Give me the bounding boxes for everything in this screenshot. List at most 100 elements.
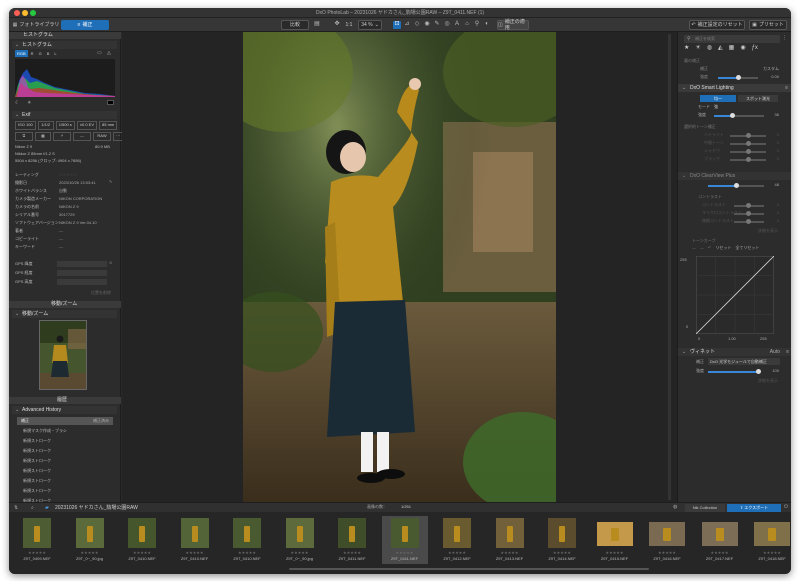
finecontrast-value[interactable]: 0: [777, 218, 779, 224]
sun-icon[interactable]: ☀: [27, 100, 31, 106]
color-icon[interactable]: ◍: [707, 45, 712, 52]
gps-latitude-field[interactable]: [57, 261, 107, 267]
geometry-icon[interactable]: ▦: [729, 45, 735, 52]
clearview-value[interactable]: 48: [775, 182, 779, 188]
midtones-value[interactable]: 0: [777, 140, 779, 146]
smart-strength-slider[interactable]: [714, 113, 764, 118]
navigator-thumbnail[interactable]: [39, 320, 87, 390]
more-icon[interactable]: ⋮: [782, 35, 787, 41]
preset-button[interactable]: ▣ プリセット: [749, 20, 787, 30]
contrast-details-link[interactable]: 詳細を表示: [758, 228, 778, 234]
warning-icon[interactable]: ◬: [107, 50, 111, 56]
grid-view-icon[interactable]: ▤: [313, 21, 321, 29]
share-icon[interactable]: ⏻: [784, 504, 788, 510]
contrast-slider[interactable]: [734, 203, 764, 208]
thumbnail-rating[interactable]: ★★★★★: [382, 550, 428, 556]
contrast-title[interactable]: コントラスト: [698, 194, 722, 200]
filmstrip-thumbnail[interactable]: ★★★★★ Z9T_0410.NEF: [172, 516, 218, 564]
thumbnail-rating[interactable]: ★★★★★: [172, 550, 218, 556]
repair-icon[interactable]: ✎: [433, 21, 441, 29]
history-item[interactable]: 新規ストローク: [23, 448, 51, 454]
vignette-header[interactable]: ⌄ ヴィネット Auto ≡: [678, 348, 791, 356]
vignette-mode[interactable]: Auto: [770, 349, 780, 355]
perspective-icon[interactable]: ◇: [413, 21, 421, 29]
location-icon[interactable]: ⊙: [109, 260, 112, 266]
filmstrip-thumbnail[interactable]: ★★★★★ Z9T_0413.NEF: [487, 516, 533, 564]
filmstrip-thumbnail[interactable]: ★★★★★ Z9T_0409.NEF: [14, 516, 60, 564]
picker-icon[interactable]: ⚲: [473, 21, 481, 29]
filmstrip-thumbnail[interactable]: ★★★★★ Z9T_0~_90.jpg: [67, 516, 113, 564]
curve-auto-icon[interactable]: ↶: [708, 245, 711, 251]
hist-tab-r[interactable]: R: [29, 50, 36, 57]
local-adjust-icon[interactable]: ◎: [443, 21, 451, 29]
thumbnail-rating[interactable]: ★★★★★: [644, 550, 690, 556]
reset-corrections-button[interactable]: ↶ 補正設定のリセット: [689, 20, 745, 30]
shadows-value[interactable]: 0: [777, 148, 779, 154]
blacks-slider[interactable]: [730, 157, 766, 162]
filmstrip-thumbnail[interactable]: ★★★★★ Z9T_0411.NEF: [329, 516, 375, 564]
smart-strength-value[interactable]: 36: [775, 112, 779, 118]
shadows-slider[interactable]: [730, 149, 766, 154]
move-icon[interactable]: ✥: [333, 21, 341, 29]
export-button[interactable]: ⇪ エクスポート: [727, 504, 781, 512]
haze-mode-value[interactable]: カスタム: [763, 66, 779, 72]
local-icon[interactable]: ◉: [740, 45, 745, 52]
selective-tone-title[interactable]: 選択的トーン補正: [684, 124, 716, 130]
hist-tab-g[interactable]: G: [37, 50, 44, 57]
gps-altitude-field[interactable]: [57, 279, 107, 285]
vignette-details-link[interactable]: 詳細を表示: [758, 378, 778, 384]
menu-icon[interactable]: ≡: [786, 349, 789, 355]
history-item[interactable]: 新規ストローク: [23, 458, 51, 464]
exif-subheader[interactable]: ⌄ Exif: [12, 111, 117, 119]
menu-icon[interactable]: ≡: [785, 85, 788, 91]
image-viewer[interactable]: [122, 32, 677, 502]
tone-curve-title[interactable]: トーンカーブ: [692, 238, 716, 244]
remove-location-link[interactable]: 位置を削除: [91, 290, 111, 296]
zoom-ratio-button[interactable]: 1:1: [343, 20, 355, 30]
thumbnail-rating[interactable]: ★★★★★: [277, 550, 323, 556]
histogram-header[interactable]: ヒストグラム: [9, 32, 121, 39]
sort-icon[interactable]: ⇅: [14, 505, 18, 511]
midtones-slider[interactable]: [730, 141, 766, 146]
retouch-icon[interactable]: ⌂: [463, 21, 471, 29]
thumbnail-rating[interactable]: ★★★★★: [224, 550, 270, 556]
thumbnail-rating[interactable]: ★★★★★: [67, 550, 113, 556]
filmstrip-thumbnail[interactable]: ★★★★★ Z9T_0~_90.jpg: [277, 516, 323, 564]
thumbnail-rating[interactable]: ★★★★★: [749, 550, 791, 556]
rating-stars[interactable]: ☆☆☆☆☆: [59, 172, 77, 178]
thumbnail-rating[interactable]: ★★★★★: [487, 550, 533, 556]
thumbnail-rating[interactable]: ★★★★★: [434, 550, 480, 556]
thumbnail-rating[interactable]: ★★★★★: [697, 550, 743, 556]
haze-slider[interactable]: [718, 75, 758, 80]
compare-button[interactable]: 比較: [281, 20, 309, 30]
light-icon[interactable]: ☀: [695, 45, 700, 52]
navigator-header[interactable]: 移動/ズーム: [9, 301, 121, 308]
history-item-selected[interactable]: 補正 補正済み: [17, 417, 113, 425]
smart-mode-value[interactable]: 強: [714, 104, 718, 110]
moon-icon[interactable]: ☾: [15, 100, 19, 106]
history-item[interactable]: 新規ストローク: [23, 438, 51, 444]
haze-section-title[interactable]: 霧の補正: [684, 58, 700, 64]
zoom-select[interactable]: 34 % ⌄: [358, 20, 382, 30]
smart-spot-tab[interactable]: スポット測光: [738, 95, 778, 102]
detail-icon[interactable]: ◭: [718, 45, 723, 52]
history-item[interactable]: 新規ストローク: [23, 488, 51, 494]
gps-longitude-field[interactable]: [57, 270, 107, 276]
history-item[interactable]: 新規ストローク: [23, 478, 51, 484]
history-item[interactable]: 新規マスク作成・ブラシ: [23, 428, 67, 434]
tone-curve-graph[interactable]: [696, 256, 774, 334]
highlights-value[interactable]: 0: [777, 132, 779, 138]
tab-customize[interactable]: ≡ 補正: [61, 20, 109, 30]
eye-icon[interactable]: ◐: [483, 21, 491, 29]
watermark-icon[interactable]: A: [453, 21, 461, 29]
curve-channel-select[interactable]: —: [692, 245, 696, 251]
thumbnail-rating[interactable]: ★★★★★: [592, 550, 638, 556]
filter-icon[interactable]: ⌕: [31, 505, 34, 511]
viewer-scrollbar[interactable]: [668, 34, 671, 500]
star-icon[interactable]: ★: [684, 45, 689, 52]
history-header[interactable]: 履歴: [9, 397, 121, 404]
filmstrip-thumbnail[interactable]: ★★★★★ Z9T_0411.NEF: [381, 516, 428, 564]
filmstrip-thumbnail[interactable]: ★★★★★ Z9T_0417.NEF: [697, 516, 743, 564]
finecontrast-slider[interactable]: [734, 219, 764, 224]
main-photo[interactable]: [243, 32, 556, 502]
